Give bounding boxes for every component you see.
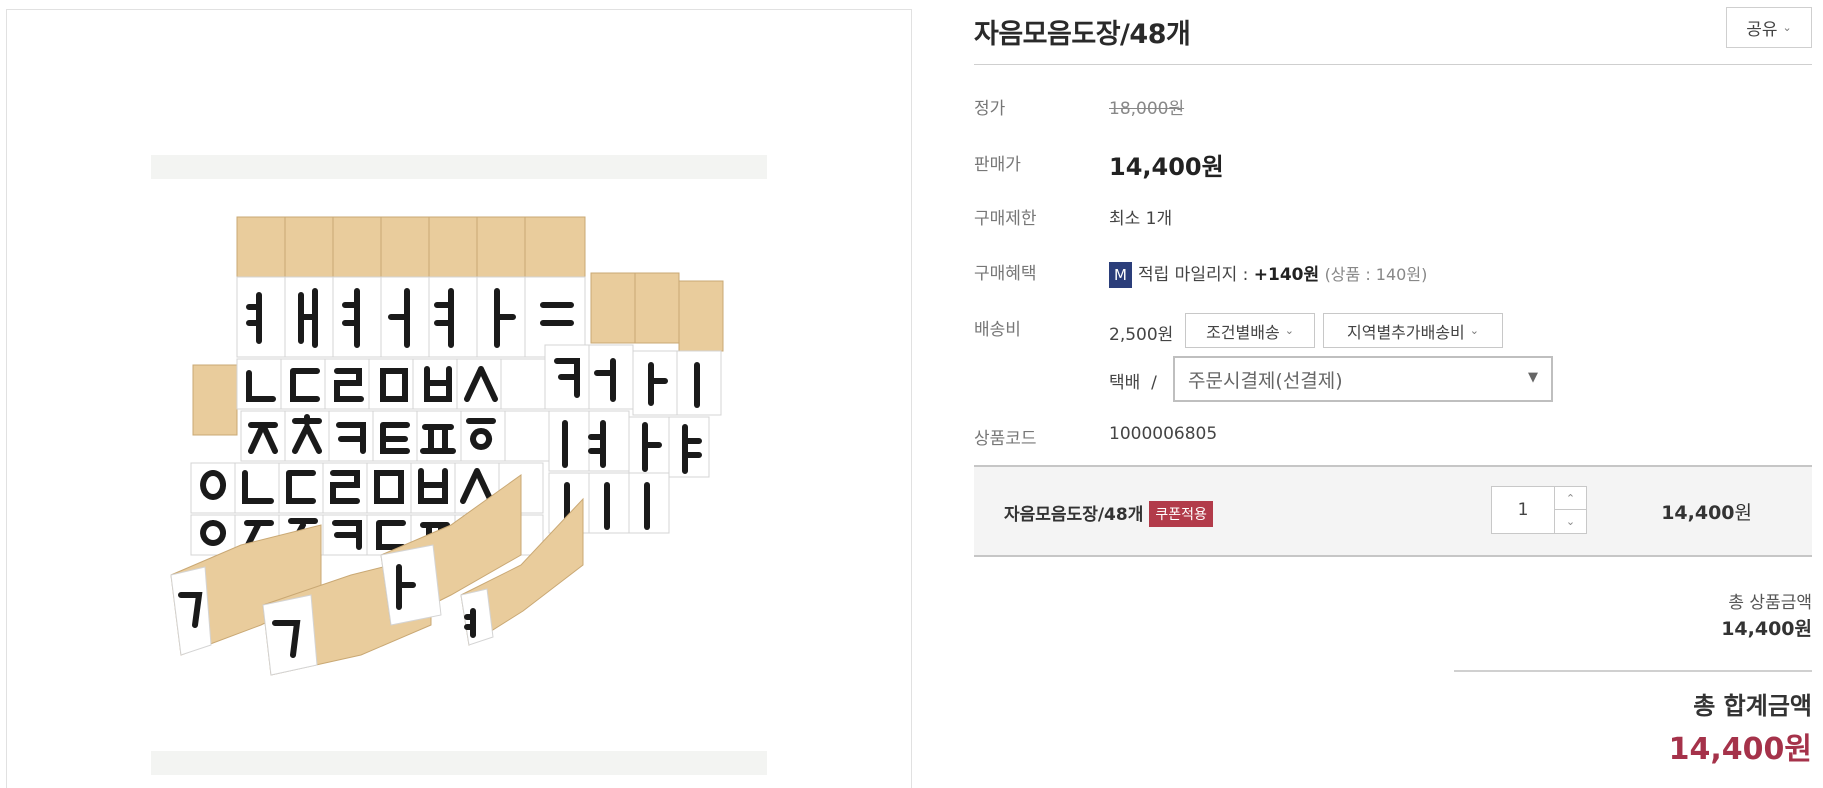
conditional-shipping-button[interactable]: 조건별배송 ⌄: [1185, 313, 1315, 348]
mileage-amount: +140원: [1253, 265, 1320, 285]
delivery-method-label: 택배: [1109, 373, 1141, 393]
product-code-value: 1000006805: [1109, 424, 1218, 444]
mileage-text: 적립 마일리지 :: [1138, 265, 1254, 285]
mileage-benefit: M 적립 마일리지 : +140원 (상품 : 140원): [1109, 260, 1427, 288]
selected-item-name: 자음모음도장/48개: [1004, 505, 1144, 525]
chevron-down-icon: ⌄: [1469, 324, 1479, 337]
sale-price-label: 판매가: [974, 155, 1021, 175]
total-divider: [1454, 670, 1812, 672]
chevron-down-icon[interactable]: ⌄: [1555, 510, 1586, 533]
chevron-down-icon: ⌄: [1284, 324, 1294, 337]
mileage-detail: (상품 : 140원): [1324, 265, 1428, 284]
product-sum-value: 14,400원: [1721, 618, 1812, 640]
share-button-label: 공유: [1746, 20, 1778, 40]
product-code-label: 상품코드: [974, 429, 1037, 449]
list-price-label: 정가: [974, 99, 1006, 119]
chevron-down-icon: ⌄: [1782, 21, 1792, 34]
list-price-value: 18,000원: [1109, 99, 1185, 119]
item-price: 14,400원: [1661, 498, 1752, 525]
title-divider: [974, 64, 1812, 65]
payment-timing-select[interactable]: 주문시결제(선결제) ▼: [1173, 356, 1553, 402]
grand-total-label: 총 합계금액: [1693, 692, 1812, 720]
purchase-benefit-label: 구매혜택: [974, 264, 1037, 284]
regional-shipping-label: 지역별추가배송비: [1347, 322, 1465, 342]
delivery-separator: /: [1151, 373, 1157, 393]
shipping-fee-label: 배송비: [974, 320, 1021, 340]
selected-option-row: 자음모음도장/48개쿠폰적용 ⌃ ⌄ 14,400원: [974, 465, 1812, 557]
chevron-up-icon[interactable]: ⌃: [1555, 487, 1586, 510]
purchase-limit-value: 최소 1개: [1109, 209, 1173, 229]
mileage-icon: M: [1109, 262, 1132, 288]
conditional-shipping-label: 조건별배송: [1206, 322, 1280, 342]
item-price-number: 14,400: [1661, 502, 1735, 524]
stamp-set-illustration: [151, 155, 767, 775]
grand-total-value: 14,400원: [1668, 732, 1812, 767]
product-image-frame: [6, 9, 912, 788]
product-title: 자음모음도장/48개: [974, 19, 1191, 50]
delivery-method: 택배 /: [1109, 368, 1157, 393]
share-button[interactable]: 공유 ⌄: [1726, 7, 1812, 48]
product-detail-panel: 자음모음도장/48개 공유 ⌄ 정가 18,000원 판매가 14,400원 구…: [974, 0, 1812, 788]
quantity-stepper: ⌃ ⌄: [1491, 486, 1587, 534]
item-price-unit: 원: [1734, 502, 1752, 524]
regional-shipping-button[interactable]: 지역별추가배송비 ⌄: [1323, 313, 1503, 348]
quantity-input[interactable]: [1492, 487, 1555, 533]
shipping-fee-value: 2,500원: [1109, 325, 1174, 345]
purchase-limit-label: 구매제한: [974, 209, 1037, 229]
payment-timing-value: 주문시결제(선결제): [1188, 369, 1343, 392]
triangle-down-icon: ▼: [1528, 370, 1538, 385]
product-image[interactable]: [151, 155, 767, 775]
sale-price-value: 14,400원: [1109, 153, 1224, 181]
product-sum-label: 총 상품금액: [1728, 593, 1812, 613]
selected-item: 자음모음도장/48개 쿠폰적용: [1004, 500, 1213, 527]
coupon-applied-badge: 쿠폰적용: [1149, 501, 1213, 527]
